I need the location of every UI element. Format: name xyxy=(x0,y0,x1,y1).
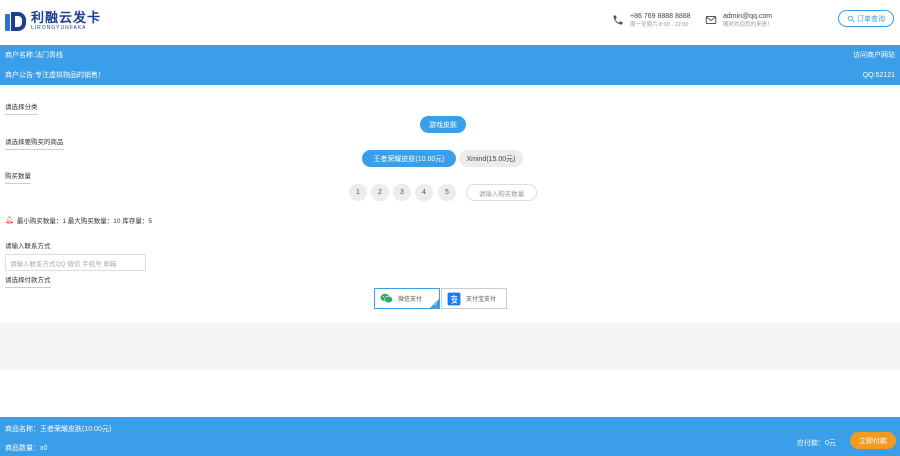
wechat-pay-label: 微信支付 xyxy=(398,297,423,303)
email-contact: admin@qq.com 随时欢迎您的来信！ xyxy=(705,12,773,29)
mail-icon xyxy=(705,16,717,24)
order-query-button[interactable]: 订单查询 xyxy=(838,10,894,27)
phone-contact: +86 769 8888 8888 周一至周六 8:00 - 22:00 xyxy=(612,12,691,29)
product-option[interactable]: Xmind(15.00元) xyxy=(459,150,523,167)
quantity-option-3[interactable]: 3 xyxy=(393,184,411,201)
alipay-option[interactable]: 支付宝支付 xyxy=(441,288,507,309)
bell-icon: 🔔︎ xyxy=(5,217,14,224)
product-label: 请选择要购买的商品 xyxy=(5,136,64,150)
phone-number: +86 769 8888 8888 xyxy=(630,13,691,20)
limits-text: 最小购买数量：1 最大购买数量：10 库存量：5 xyxy=(16,218,152,225)
quantity-option-2[interactable]: 2 xyxy=(371,184,389,201)
phone-icon xyxy=(613,15,623,25)
product-option[interactable]: 王者荣耀皮肤(10.00元) xyxy=(362,150,456,167)
merchant-name: 商户名称:法门青线 xyxy=(5,52,63,59)
pay-now-button[interactable]: 立即付款 xyxy=(850,432,896,449)
category-label: 请选择分类 xyxy=(5,101,38,115)
checkout-footer: 商品名称：王者荣耀皮肤(10.00元) 商品数量：x0 应付款：0元 立即付款 xyxy=(0,417,900,456)
amount-due: 应付款：0元 xyxy=(797,440,836,447)
email-address: admin@qq.com xyxy=(723,13,773,20)
contact-label: 请输入联系方式 xyxy=(5,243,51,250)
visit-merchant-link[interactable]: 访问商户网站 xyxy=(853,50,895,60)
merchant-name-bar: 商户名称:法门青线 访问商户网站 xyxy=(0,45,900,65)
quantity-option-4[interactable]: 4 xyxy=(415,184,433,201)
search-icon xyxy=(847,15,855,22)
check-icon: ✓ xyxy=(433,302,438,308)
category-option[interactable]: 游戏皮肤 xyxy=(420,116,466,133)
top-header: 利融云发卡 LIRONGYUNFAKA +86 769 8888 8888 周一… xyxy=(0,0,900,45)
alipay-icon xyxy=(447,292,461,305)
wechat-icon xyxy=(380,293,393,303)
site-logo[interactable]: 利融云发卡 LIRONGYUNFAKA xyxy=(5,10,101,32)
logo-mark-icon xyxy=(5,10,27,32)
wechat-pay-option[interactable]: 微信支付 ✓ xyxy=(374,288,440,309)
phone-hours: 周一至周六 8:00 - 22:00 xyxy=(630,22,689,28)
quantity-label: 购买数量 xyxy=(5,170,31,184)
merchant-notice-bar: 商户公告:专注虚拟物品的销售！ QQ:52121 xyxy=(0,65,900,85)
order-query-label: 订单查询 xyxy=(857,15,885,23)
purchase-limits: 🔔︎ 最小购买数量：1 最大购买数量：10 库存量：5 xyxy=(5,215,152,225)
email-note: 随时欢迎您的来信！ xyxy=(723,22,773,28)
contact-input[interactable]: 请输入联系方式QQ 微信 手机号 邮箱 xyxy=(5,254,146,271)
selected-product-qty: 商品数量：x0 xyxy=(5,445,48,452)
quantity-option-1[interactable]: 1 xyxy=(349,184,367,201)
logo-subtitle: LIRONGYUNFAKA xyxy=(31,24,87,31)
content-spacer xyxy=(0,322,900,370)
alipay-label: 支付宝支付 xyxy=(466,297,497,303)
quantity-input[interactable]: 请输入购买数量 xyxy=(466,184,537,201)
payment-label: 请选择付款方式 xyxy=(5,274,51,288)
quantity-option-5[interactable]: 5 xyxy=(438,184,456,201)
logo-title: 利融云发卡 xyxy=(31,9,102,25)
merchant-notice: 商户公告:专注虚拟物品的销售！ xyxy=(5,72,105,79)
selected-product-name: 商品名称：王者荣耀皮肤(10.00元) xyxy=(5,426,112,433)
merchant-qq: QQ:52121 xyxy=(862,71,895,79)
